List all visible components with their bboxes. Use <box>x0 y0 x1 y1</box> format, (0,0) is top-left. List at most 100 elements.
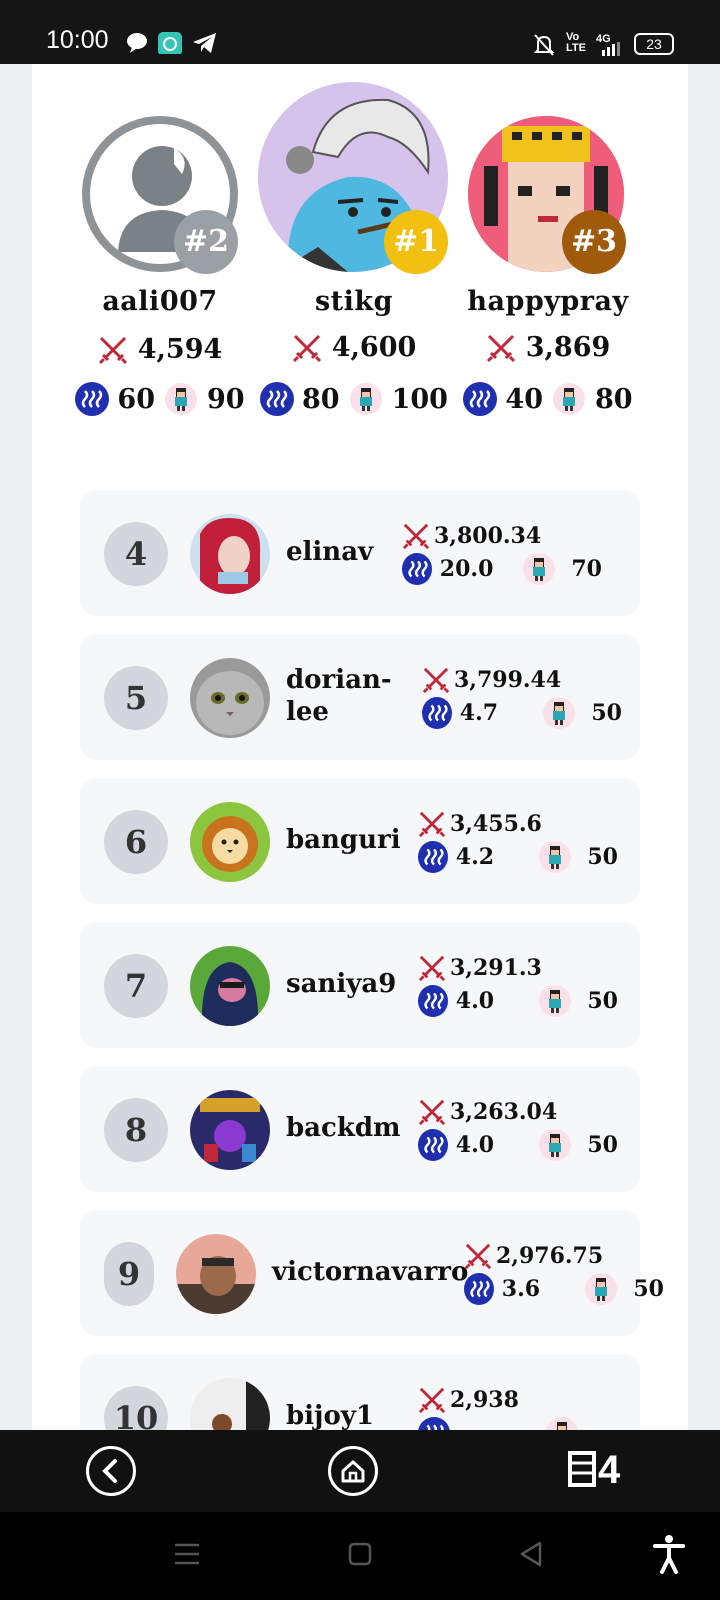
rank-number: 10 <box>104 1386 168 1430</box>
character-icon <box>539 841 572 873</box>
app-navigation-bar: 4 <box>0 1430 720 1512</box>
user-stats: 2,976.75 3.6 50 <box>464 1240 664 1306</box>
rank-number: 6 <box>104 810 168 874</box>
crossed-swords-icon <box>418 955 446 982</box>
steem-value: 4.7 <box>459 700 499 726</box>
podium-score: 3,869 <box>438 332 658 363</box>
podium-name: happypray <box>467 286 629 317</box>
steem-icon <box>418 1129 448 1161</box>
character-icon <box>165 383 197 415</box>
character-value: 50 <box>587 844 618 870</box>
crossed-swords-icon <box>418 811 446 838</box>
user-stats: 2,938 <box>418 1384 618 1430</box>
character-value: 50 <box>591 700 622 726</box>
system-navigation-bar <box>0 1512 720 1600</box>
clock: 10:00 <box>46 26 109 54</box>
triangle-back-icon[interactable] <box>518 1540 544 1568</box>
leaderboard-row[interactable]: 7 saniya9 3,291.3 4.0 50 <box>80 922 640 1048</box>
steem-icon <box>422 697 452 729</box>
user-name: dorian-lee <box>286 665 392 727</box>
steem-icon <box>402 553 432 585</box>
user-name: bijoy1 <box>286 1401 375 1430</box>
leaderboard-row[interactable]: 5 dorian-lee 3,799.44 4.7 50 <box>80 634 640 760</box>
rank-number: 7 <box>104 954 168 1018</box>
podium-score: 4,594 <box>50 334 270 365</box>
telegram-icon <box>193 33 216 53</box>
score-value: 2,938 <box>450 1387 519 1413</box>
avatar <box>190 802 270 882</box>
character-icon <box>539 1129 572 1161</box>
mute-icon <box>534 34 555 56</box>
podium-rewards: 40 80 <box>438 382 658 416</box>
steem-value: 4.2 <box>455 844 495 870</box>
leaderboard-row[interactable]: 10 bijoy1 2,938 <box>80 1354 640 1430</box>
status-bar: 10:00 Vo LTE 4G 23 <box>0 0 720 64</box>
chat-icon <box>127 33 147 53</box>
steem-icon <box>418 1417 450 1430</box>
back-button[interactable] <box>86 1446 136 1496</box>
character-icon <box>543 697 576 729</box>
steem-icon <box>418 985 448 1017</box>
avatar <box>190 1090 270 1170</box>
steem-icon <box>75 382 110 416</box>
crossed-swords-icon <box>402 523 430 550</box>
user-stats: 3,291.3 4.0 50 <box>418 952 618 1018</box>
user-name: victornavarro <box>272 1257 469 1287</box>
score-value: 3,800.34 <box>434 523 542 549</box>
steem-icon <box>464 1273 494 1305</box>
character-icon <box>546 1417 578 1430</box>
rank-badge: #2 <box>174 210 238 274</box>
score-value: 2,976.75 <box>496 1243 604 1269</box>
user-name: saniya9 <box>286 969 397 999</box>
character-value: 50 <box>587 988 618 1014</box>
score-value: 3,799.44 <box>454 667 562 693</box>
steem-icon <box>463 382 498 416</box>
crossed-swords-icon <box>98 336 127 364</box>
steem-icon <box>418 841 448 873</box>
app-logo[interactable]: 4 <box>568 1448 620 1493</box>
user-name: elinav <box>286 537 374 567</box>
battery-indicator: 23 <box>634 33 674 55</box>
score-value: 3,263.04 <box>450 1099 558 1125</box>
home-button[interactable] <box>328 1446 378 1496</box>
crossed-swords-icon <box>292 334 321 362</box>
book-icon <box>568 1451 596 1487</box>
avatar <box>176 1234 256 1314</box>
podium-rewards: 80 100 <box>244 382 464 416</box>
leaderboard-row[interactable]: 8 backdm 3,263.04 4.0 50 <box>80 1066 640 1192</box>
user-stats: 3,263.04 4.0 50 <box>418 1096 618 1162</box>
avatar <box>190 514 270 594</box>
podium-name: aali007 <box>102 286 218 317</box>
character-value: 70 <box>571 556 602 582</box>
rank-badge: #1 <box>384 210 448 274</box>
crossed-swords-icon <box>418 1387 446 1414</box>
character-icon <box>349 383 382 415</box>
crossed-swords-icon <box>464 1243 492 1270</box>
accessibility-icon[interactable] <box>652 1534 686 1574</box>
app-icon <box>158 32 182 54</box>
leaderboard-row[interactable]: 4 elinav 3,800.34 20.0 70 <box>80 490 640 616</box>
user-name: backdm <box>286 1113 401 1143</box>
crossed-swords-icon <box>486 334 515 362</box>
steem-value: 20.0 <box>439 556 494 582</box>
character-icon <box>523 553 556 585</box>
avatar <box>190 658 270 738</box>
steem-value: 3.6 <box>501 1276 541 1302</box>
rank-badge: #3 <box>562 210 626 274</box>
menu-icon[interactable] <box>174 1542 200 1566</box>
rank-number: 8 <box>104 1098 168 1162</box>
podium-score: 4,600 <box>244 332 464 363</box>
volte-indicator: Vo LTE <box>566 31 586 54</box>
score-value: 3,455.6 <box>450 811 542 837</box>
square-home-icon[interactable] <box>348 1542 372 1566</box>
steem-value: 4.0 <box>455 988 495 1014</box>
steem-value: 4.0 <box>455 1132 495 1158</box>
character-icon <box>553 383 585 415</box>
avatar <box>190 1378 270 1430</box>
leaderboard-page: #2 aali007 4,594 60 90 #1 stikg 4,600 80… <box>32 64 688 1430</box>
crossed-swords-icon <box>418 1099 446 1126</box>
leaderboard-row[interactable]: 6 banguri 3,455.6 4.2 50 <box>80 778 640 904</box>
user-stats: 3,455.6 4.2 50 <box>418 808 618 874</box>
leaderboard-row[interactable]: 9 victornavarro 2,976.75 3.6 50 <box>80 1210 664 1336</box>
signal-icon <box>602 42 620 56</box>
